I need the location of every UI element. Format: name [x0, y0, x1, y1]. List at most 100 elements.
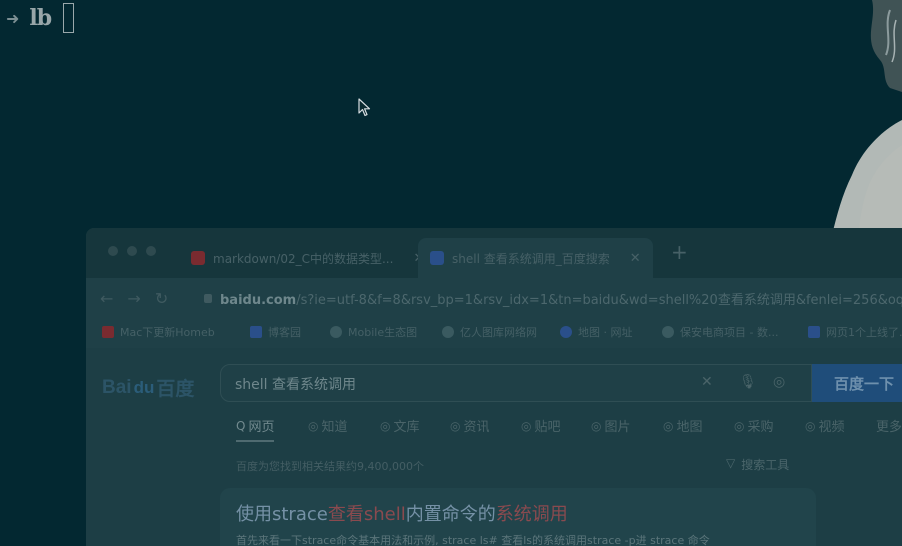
- new-tab-button[interactable]: +: [671, 240, 688, 264]
- video-icon: ◎: [805, 418, 816, 433]
- filter-icon: ▽: [726, 456, 736, 470]
- result-count: 百度为您找到相关结果约9,400,000个: [236, 460, 424, 473]
- tab-more[interactable]: 更多: [876, 416, 902, 435]
- window-controls: [108, 246, 156, 256]
- tab-bar: markdown/02_C中的数据类型... ✕ shell 查看系统调用_百度…: [86, 228, 902, 278]
- url-path: /s?ie=utf-8&f=8&rsv_bp=1&rsv_idx=1&tn=ba…: [296, 292, 902, 308]
- purchase-icon: ◎: [734, 418, 745, 433]
- bookmark-item[interactable]: Mac下更新Homeb: [102, 324, 215, 340]
- minimize-window-icon[interactable]: [127, 246, 137, 256]
- baidu-logo[interactable]: Bai du 百度: [102, 374, 194, 401]
- bookmark-favicon-icon: [102, 326, 114, 338]
- camera-icon[interactable]: ◎: [773, 374, 785, 390]
- bookmark-favicon-icon: [808, 326, 820, 338]
- bookmark-favicon-icon: [560, 326, 572, 338]
- clear-icon[interactable]: ✕: [701, 374, 713, 390]
- paw-icon: du: [133, 377, 155, 397]
- bookmark-item[interactable]: 亿人图库网络网: [442, 324, 537, 340]
- vtab-label: 图片: [604, 420, 631, 435]
- title-part-highlight: 系统调用: [495, 504, 568, 525]
- news-icon: ◎: [450, 418, 461, 433]
- bookmark-label: 网页1个上线了...: [826, 326, 902, 339]
- text-cursor[interactable]: [63, 3, 75, 33]
- vtab-label: 资讯: [463, 420, 490, 435]
- browser-window: markdown/02_C中的数据类型... ✕ shell 查看系统调用_百度…: [86, 228, 902, 546]
- logo-text: Bai: [102, 376, 132, 398]
- vtab-label: 地图: [676, 420, 703, 435]
- tab-tieba[interactable]: ◎ 贴吧: [521, 416, 561, 436]
- tab-video[interactable]: ◎ 视频: [805, 416, 845, 436]
- prompt-arrow-icon: ➜: [6, 8, 20, 28]
- vtab-label: 视频: [818, 420, 845, 435]
- bookmark-favicon-icon: [250, 326, 262, 338]
- url-host: baidu.com: [220, 292, 297, 308]
- title-part: 使用strace: [236, 504, 328, 525]
- forward-arrow-icon[interactable]: →: [127, 289, 140, 308]
- bookmark-label: 博客园: [268, 326, 301, 339]
- wenku-icon: ◎: [380, 418, 391, 433]
- tab-baidu-search[interactable]: shell 查看系统调用_百度搜索 ✕: [418, 238, 653, 278]
- desktop: ➜ lb markdown/02_C中的数据类型... ✕: [0, 0, 902, 546]
- title-part-highlight: shell: [363, 504, 406, 525]
- search-result-card: 使用strace查看shell内置命令的系统调用 首先来看一下strace命令基…: [220, 488, 816, 546]
- search-tools-label: 搜索工具: [741, 458, 790, 472]
- search-button[interactable]: 百度一下: [812, 364, 902, 402]
- tab-favicon-icon: [191, 251, 205, 265]
- mouse-pointer-icon: [358, 98, 371, 117]
- tab-markdown[interactable]: markdown/02_C中的数据类型... ✕: [191, 238, 424, 278]
- reload-icon[interactable]: ↻: [155, 289, 168, 308]
- bookmarks-bar: Mac下更新Homeb 博客园 Mobile生态图 亿人图库网络网 地图 · 网…: [86, 318, 902, 349]
- address-bar[interactable]: baidu.com/s?ie=utf-8&f=8&rsv_bp=1&rsv_id…: [204, 286, 902, 310]
- search-query: shell 查看系统调用: [235, 377, 357, 393]
- tab-label: markdown/02_C中的数据类型...: [213, 251, 394, 266]
- tab-close-icon[interactable]: ✕: [630, 251, 641, 266]
- search-input[interactable]: shell 查看系统调用 ✕ 🎙 ◎: [220, 364, 812, 402]
- bookmark-item[interactable]: 网页1个上线了...: [808, 324, 902, 340]
- tab-zhidao[interactable]: ◎ 知道: [308, 416, 348, 436]
- logo-text-cn: 百度: [156, 379, 195, 400]
- tab-web[interactable]: Q 网页: [236, 416, 275, 442]
- page-content: Bai du 百度 shell 查看系统调用 ✕ 🎙 ◎ 百度一下 Q 网页 ◎ 知…: [86, 348, 902, 546]
- tab-wenku[interactable]: ◎ 文库: [380, 416, 420, 436]
- map-icon: ◎: [663, 418, 674, 433]
- close-window-icon[interactable]: [108, 246, 118, 256]
- bookmark-item[interactable]: 地图 · 网址: [560, 324, 633, 340]
- terminal-prompt: ➜ lb: [6, 3, 75, 33]
- zhidao-icon: ◎: [308, 418, 319, 433]
- tieba-icon: ◎: [521, 418, 532, 433]
- wallpaper-art: [832, 0, 902, 235]
- bookmark-label: 保安电商项目 - 数...: [680, 326, 779, 339]
- tab-map[interactable]: ◎ 地图: [663, 416, 703, 436]
- vtab-label: 更多: [876, 420, 902, 435]
- bookmark-favicon-icon: [442, 326, 454, 338]
- tab-purchase[interactable]: ◎ 采购: [734, 416, 774, 436]
- image-icon: ◎: [591, 418, 602, 433]
- vtab-label: 网页: [248, 420, 275, 435]
- back-arrow-icon[interactable]: ←: [100, 289, 113, 308]
- bookmark-item[interactable]: 保安电商项目 - 数...: [662, 324, 778, 340]
- bookmark-item[interactable]: Mobile生态图: [330, 324, 417, 340]
- tab-favicon-icon: [430, 251, 444, 265]
- bookmark-favicon-icon: [662, 326, 674, 338]
- vtab-label: 知道: [321, 420, 348, 435]
- vtab-label: 文库: [393, 420, 420, 435]
- tab-images[interactable]: ◎ 图片: [591, 416, 631, 436]
- vtab-label: 采购: [747, 420, 774, 435]
- microphone-icon[interactable]: 🎙: [739, 374, 757, 390]
- result-title-link[interactable]: 使用strace查看shell内置命令的系统调用: [236, 500, 568, 526]
- title-part: 内置命令的: [405, 504, 496, 525]
- tab-news[interactable]: ◎ 资讯: [450, 416, 490, 436]
- vtab-label: 贴吧: [534, 420, 561, 435]
- bookmark-label: 地图 · 网址: [578, 326, 633, 339]
- search-icon: Q: [236, 418, 246, 433]
- tab-label: shell 查看系统调用_百度搜索: [452, 251, 610, 266]
- search-tools-button[interactable]: ▽ 搜索工具: [726, 456, 789, 473]
- zoom-window-icon[interactable]: [146, 246, 156, 256]
- bookmark-item[interactable]: 博客园: [250, 324, 301, 340]
- result-snippet: 首先来看一下strace命令基本用法和示例, strace ls# 查看ls的系…: [236, 534, 710, 546]
- bookmark-favicon-icon: [330, 326, 342, 338]
- lock-icon: [204, 293, 212, 303]
- title-part-highlight: 查看: [327, 504, 364, 525]
- address-row: ← → ↻ baidu.com/s?ie=utf-8&f=8&rsv_bp=1&…: [86, 278, 902, 318]
- bookmark-label: 亿人图库网络网: [460, 326, 537, 339]
